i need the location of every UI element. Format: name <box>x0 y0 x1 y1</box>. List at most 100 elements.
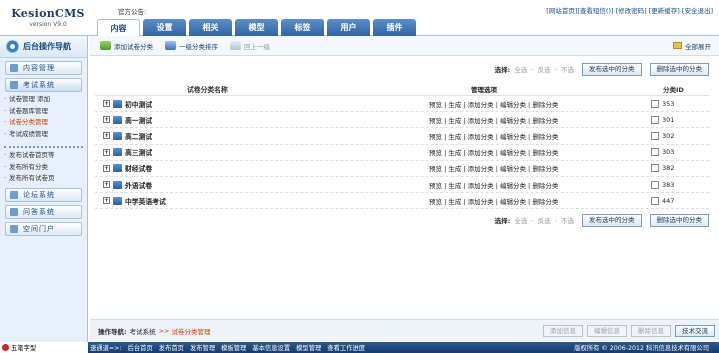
op-generate[interactable]: 生成 <box>448 133 461 141</box>
expand-icon[interactable]: + <box>103 116 110 124</box>
tab-content[interactable]: 内容 <box>97 19 140 36</box>
update-cache-link[interactable]: [更新缓存] <box>649 7 680 15</box>
expand-all-button[interactable]: 全部展开 <box>673 41 711 51</box>
op-add[interactable]: 添加分类 <box>468 149 494 157</box>
sort-button[interactable]: 一级分类排序 <box>165 41 218 51</box>
quick-link-template-manage[interactable]: 模板管理 <box>221 345 246 352</box>
category-name[interactable]: 高三测试 <box>125 147 152 157</box>
row-checkbox[interactable] <box>651 196 659 205</box>
expand-icon[interactable]: + <box>103 132 110 140</box>
quick-link-publish-manage[interactable]: 发布管理 <box>190 345 215 352</box>
op-add[interactable]: 添加分类 <box>468 133 494 141</box>
op-delete[interactable]: 删除分类 <box>532 133 558 141</box>
quick-link-basic-settings[interactable]: 基本信息设置 <box>252 345 290 352</box>
expand-icon[interactable]: + <box>103 100 110 108</box>
sidebar-item-publish-categories[interactable]: 发布所有分类 <box>4 162 87 174</box>
sidebar-item-publish-papers[interactable]: 发布所有试卷页 <box>4 173 87 185</box>
home-link[interactable]: [网站首页] <box>546 7 577 15</box>
sidebar-section-space[interactable]: 空间门户 <box>5 221 82 236</box>
delete-info-button[interactable]: 删除信息 <box>631 324 671 337</box>
op-preview[interactable]: 预览 <box>429 101 442 109</box>
op-delete[interactable]: 删除分类 <box>532 101 558 109</box>
op-generate[interactable]: 生成 <box>448 117 461 125</box>
op-generate[interactable]: 生成 <box>448 182 461 190</box>
op-delete[interactable]: 删除分类 <box>532 182 558 190</box>
tab-settings[interactable]: 设置 <box>143 19 186 36</box>
sidebar-item-scores[interactable]: 考试成绩管理 <box>4 129 87 141</box>
logout-link[interactable]: [安全退出] <box>682 7 713 15</box>
row-checkbox[interactable] <box>651 164 659 173</box>
expand-icon[interactable]: + <box>103 164 110 172</box>
op-generate[interactable]: 生成 <box>448 198 461 206</box>
op-preview[interactable]: 预览 <box>429 133 442 141</box>
tab-model[interactable]: 模型 <box>235 19 278 36</box>
select-invert[interactable]: 反选 <box>538 215 551 225</box>
row-checkbox[interactable] <box>651 131 659 140</box>
delete-selected-button[interactable]: 删除选中的分类 <box>649 213 709 227</box>
add-info-button[interactable]: 添加信息 <box>543 324 583 337</box>
quick-link-model-manage[interactable]: 模型管理 <box>296 345 321 352</box>
sidebar-item-category-manage[interactable]: 试卷分类管理 <box>4 117 87 129</box>
op-preview[interactable]: 预览 <box>429 198 442 206</box>
tab-plugins[interactable]: 插件 <box>373 19 416 36</box>
op-edit[interactable]: 编辑分类 <box>500 133 526 141</box>
op-add[interactable]: 添加分类 <box>468 117 494 125</box>
select-invert[interactable]: 反选 <box>538 64 551 74</box>
select-all[interactable]: 全选 <box>514 215 527 225</box>
messages-link[interactable]: [查看短信( <box>577 7 608 15</box>
row-checkbox[interactable] <box>651 180 659 189</box>
edit-info-button[interactable]: 编辑信息 <box>587 324 627 337</box>
publish-selected-button[interactable]: 发布选中的分类 <box>582 62 642 76</box>
row-checkbox[interactable] <box>651 99 659 108</box>
op-preview[interactable]: 预览 <box>429 165 442 173</box>
op-edit[interactable]: 编辑分类 <box>500 165 526 173</box>
tab-users[interactable]: 用户 <box>327 19 370 36</box>
op-edit[interactable]: 编辑分类 <box>500 198 526 206</box>
select-none[interactable]: 不选 <box>561 215 574 225</box>
quick-link-admin-home[interactable]: 后台首页 <box>128 345 153 352</box>
select-none[interactable]: 不选 <box>561 64 574 74</box>
sidebar-section-exam[interactable]: 考试系统 <box>5 78 82 92</box>
sidebar-item-publish-home[interactable]: 发布试卷首页等 <box>4 150 87 162</box>
op-add[interactable]: 添加分类 <box>468 198 494 206</box>
op-delete[interactable]: 删除分类 <box>532 149 558 157</box>
op-add[interactable]: 添加分类 <box>468 101 494 109</box>
sidebar-item-question-bank[interactable]: 试卷题库管理 <box>4 106 87 118</box>
op-add[interactable]: 添加分类 <box>468 182 494 190</box>
publish-selected-button[interactable]: 发布选中的分类 <box>582 213 642 227</box>
category-name[interactable]: 财经试卷 <box>125 163 152 173</box>
expand-icon[interactable]: + <box>103 197 110 205</box>
select-all[interactable]: 全选 <box>514 64 527 74</box>
op-generate[interactable]: 生成 <box>448 165 461 173</box>
row-checkbox[interactable] <box>651 115 659 124</box>
add-category-button[interactable]: 添加试卷分类 <box>100 41 153 51</box>
op-preview[interactable]: 预览 <box>429 149 442 157</box>
category-name[interactable]: 中学英语考试 <box>125 196 166 206</box>
change-password-link[interactable]: [修改密码] <box>616 7 647 15</box>
op-preview[interactable]: 预览 <box>429 117 442 125</box>
op-preview[interactable]: 预览 <box>429 182 442 190</box>
op-delete[interactable]: 删除分类 <box>532 198 558 206</box>
delete-selected-button[interactable]: 删除选中的分类 <box>649 62 709 76</box>
expand-icon[interactable]: + <box>103 181 110 189</box>
back-button[interactable]: 回上一级 <box>230 41 270 51</box>
nav-path[interactable]: 考试系统 <box>130 326 156 336</box>
op-add[interactable]: 添加分类 <box>468 165 494 173</box>
row-checkbox[interactable] <box>651 148 659 157</box>
op-edit[interactable]: 编辑分类 <box>500 117 526 125</box>
op-edit[interactable]: 编辑分类 <box>500 182 526 190</box>
messages-link-end[interactable]: )] <box>608 7 613 15</box>
quick-link-publish-home[interactable]: 发布首页 <box>159 345 184 352</box>
category-name[interactable]: 初中测试 <box>125 99 152 109</box>
op-generate[interactable]: 生成 <box>448 149 461 157</box>
category-name[interactable]: 高一测试 <box>125 115 152 125</box>
sidebar-section-qa[interactable]: 问答系统 <box>5 204 82 219</box>
category-name[interactable]: 高二测试 <box>125 131 152 141</box>
op-edit[interactable]: 编辑分类 <box>500 101 526 109</box>
op-delete[interactable]: 删除分类 <box>532 165 558 173</box>
sidebar-section-content[interactable]: 内容管理 <box>5 61 82 75</box>
op-delete[interactable]: 删除分类 <box>532 117 558 125</box>
tab-tags[interactable]: 标签 <box>281 19 324 36</box>
expand-icon[interactable]: + <box>103 148 110 156</box>
sidebar-item-paper-manage[interactable]: 试卷管理 添加 <box>4 94 87 106</box>
